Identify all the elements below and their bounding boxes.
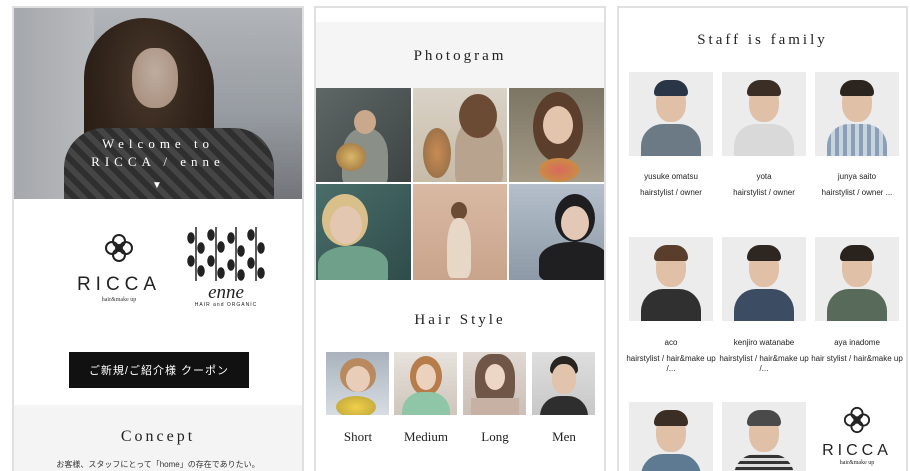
enne-logo[interactable]: enne HAIR and ORGANIC bbox=[182, 223, 270, 321]
staff-role-junya: hairstylist / owner ... bbox=[821, 188, 893, 197]
coupon-button[interactable]: ご新規/ご紹介様 クーポン bbox=[69, 352, 249, 388]
staff-photo-junya[interactable] bbox=[815, 72, 899, 156]
ricca-logo[interactable]: RICCA hair&make up bbox=[64, 233, 174, 333]
staff-role-yota: hairstylist / owner bbox=[733, 188, 795, 197]
staff-name-yota: yota bbox=[756, 172, 772, 181]
hairstyle-title: Hair Style bbox=[414, 312, 506, 328]
concept-text: お客様、スタッフにとって「home」の存在でありたい。 bbox=[56, 460, 260, 469]
staff-role-yusuke: hairstylist / owner bbox=[640, 188, 702, 197]
hairstyle-men-label[interactable]: Men bbox=[529, 429, 599, 445]
hairstyle-medium-thumb[interactable] bbox=[394, 352, 457, 415]
hairstyle-short-thumb[interactable] bbox=[326, 352, 389, 415]
photo-5[interactable] bbox=[413, 184, 507, 280]
staff-role-aya: hair stylist / hair&make up bbox=[811, 354, 903, 363]
photo-4[interactable] bbox=[316, 184, 411, 280]
hero-title-line1: Welcome to bbox=[101, 136, 215, 151]
staff-photo-kenjiro[interactable] bbox=[722, 237, 806, 321]
hairstyle-short-label[interactable]: Short bbox=[323, 429, 393, 445]
photo-1[interactable] bbox=[316, 88, 411, 182]
ricca-logo-name: RICCA bbox=[76, 274, 162, 295]
staff-photo-row3-1[interactable] bbox=[629, 402, 713, 471]
hairstyle-long-label[interactable]: Long bbox=[460, 429, 530, 445]
flower-icon bbox=[843, 406, 871, 434]
hairstyle-men-thumb[interactable] bbox=[532, 352, 595, 415]
staff-photo-aco[interactable] bbox=[629, 237, 713, 321]
hairstyle-long-thumb[interactable] bbox=[463, 352, 526, 415]
staff-photo-aya[interactable] bbox=[815, 237, 899, 321]
branches-icon bbox=[187, 227, 265, 281]
staff-photo-yusuke[interactable] bbox=[629, 72, 713, 156]
concept-title: Concept bbox=[120, 428, 196, 445]
hero-image bbox=[14, 8, 302, 199]
photogram-title: Photogram bbox=[413, 48, 507, 64]
ricca-logo-small-sub: hair&make up bbox=[839, 460, 875, 466]
staff-panel: Staff is family yusuke omatsu hairstylis… bbox=[617, 6, 908, 471]
ricca-logo-small-name: RICCA bbox=[822, 442, 892, 459]
enne-logo-sub: HAIR and ORGANIC bbox=[194, 302, 258, 308]
staff-photo-yota[interactable] bbox=[722, 72, 806, 156]
staff-name-yusuke: yusuke omatsu bbox=[644, 172, 698, 181]
hairstyle-medium-label[interactable]: Medium bbox=[391, 429, 461, 445]
scroll-down-arrow-icon[interactable]: ▼ bbox=[152, 180, 162, 191]
photo-3[interactable] bbox=[509, 88, 604, 182]
hero-title-line2: RICCA / enne bbox=[91, 154, 225, 169]
staff-name-junya: junya saito bbox=[837, 172, 877, 181]
staff-title: Staff is family bbox=[697, 32, 828, 48]
staff-role-aco: hairstylist / hair&make up /... bbox=[626, 354, 716, 373]
ricca-logo-sub: hair&make up bbox=[101, 297, 137, 303]
photo-2[interactable] bbox=[413, 88, 507, 182]
enne-logo-script: enne bbox=[208, 282, 244, 303]
staff-role-kenjiro: hairstylist / hair&make up /... bbox=[719, 354, 809, 373]
ricca-logo-small[interactable]: RICCA hair&make up bbox=[815, 406, 899, 466]
staff-name-aco: aco bbox=[664, 338, 678, 347]
staff-name-aya: aya inadome bbox=[834, 338, 880, 347]
home-panel: Welcome to RICCA / enne ▼ RICCA hair&mak… bbox=[12, 6, 304, 471]
staff-photo-row3-2[interactable] bbox=[722, 402, 806, 471]
gallery-panel: Photogram Hair Style Short Medium Long M… bbox=[314, 6, 606, 471]
staff-name-kenjiro: kenjiro watanabe bbox=[733, 338, 795, 347]
flower-icon bbox=[105, 234, 133, 262]
photo-6[interactable] bbox=[509, 184, 604, 280]
